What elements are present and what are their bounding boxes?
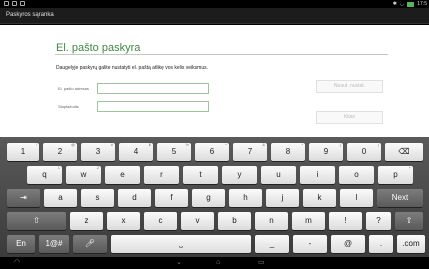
- shift-key[interactable]: ⇧: [7, 212, 66, 230]
- key-question[interactable]: ?: [366, 212, 391, 230]
- key-r[interactable]: r: [144, 166, 179, 184]
- bluetooth-icon: ✱: [392, 1, 397, 7]
- wifi-icon: ◡: [399, 1, 405, 7]
- app-title: Paskyros sąranka: [6, 12, 54, 18]
- key-j[interactable]: j: [266, 189, 299, 207]
- space-icon: ⎵: [179, 239, 183, 248]
- microphone-icon: 🎤︎: [84, 239, 96, 248]
- home-icon[interactable]: ⌂: [216, 259, 220, 267]
- at-key[interactable]: @: [331, 235, 365, 253]
- key-3[interactable]: 3 #: [81, 142, 115, 161]
- key-0[interactable]: 0): [347, 142, 381, 161]
- on-screen-keyboard: 1! 2 @ 3 # 4 $ 5% 6 ^ 7 & 8 * 9( 0) ⌫ q1 w2 e …: [0, 137, 429, 257]
- key-v[interactable]: v: [181, 212, 214, 230]
- hide-keyboard-icon[interactable]: ⌄: [176, 259, 182, 267]
- key-k[interactable]: k: [303, 189, 336, 207]
- key-u[interactable]: u: [261, 166, 296, 184]
- setup-form: El. pašto paskyra Daugelyje paskyrų gali…: [0, 25, 429, 137]
- dotcom-key[interactable]: .com: [397, 235, 425, 253]
- key-e[interactable]: e: [105, 166, 140, 184]
- underscore-key[interactable]: _: [255, 235, 289, 253]
- key-exclamation[interactable]: !: [329, 212, 362, 230]
- key-y[interactable]: y: [222, 166, 257, 184]
- key-m[interactable]: m: [292, 212, 325, 230]
- notification-icon: [12, 1, 17, 6]
- shift-icon: ⇧: [33, 216, 40, 225]
- key-q[interactable]: q1: [27, 165, 62, 184]
- email-field[interactable]: [97, 83, 209, 94]
- app-title-bar: Paskyros sąranka: [0, 8, 429, 24]
- status-time: 17:5: [417, 1, 427, 7]
- symbols-key[interactable]: 1@#: [39, 235, 69, 253]
- key-6[interactable]: 6 ^: [195, 142, 229, 161]
- key-l[interactable]: l: [340, 189, 373, 207]
- key-a[interactable]: a: [44, 189, 77, 207]
- key-i[interactable]: i: [300, 166, 335, 184]
- dash-key[interactable]: -: [293, 235, 327, 253]
- key-t[interactable]: t: [183, 166, 218, 184]
- key-p[interactable]: p +: [378, 165, 413, 184]
- backspace-icon: ⌫: [398, 147, 410, 156]
- password-label: Slaptažodis: [58, 104, 79, 109]
- key-b[interactable]: b: [218, 212, 251, 230]
- next-key[interactable]: Next: [377, 189, 423, 207]
- backspace-key[interactable]: ⌫: [385, 143, 423, 161]
- key-s[interactable]: s: [81, 189, 114, 207]
- shift-key-right[interactable]: ⇧: [395, 212, 423, 230]
- keyboard-switch-icon[interactable]: ◠: [14, 259, 20, 267]
- key-x[interactable]: x: [107, 212, 140, 230]
- status-bar: ✱ ◡ 17:5: [0, 0, 429, 8]
- key-z[interactable]: z: [70, 212, 103, 230]
- key-1[interactable]: 1!: [7, 142, 39, 161]
- key-o[interactable]: o: [339, 166, 374, 184]
- key-5[interactable]: 5%: [157, 142, 191, 161]
- recent-apps-icon[interactable]: ▭: [258, 259, 265, 267]
- page-title: El. pašto paskyra: [56, 42, 141, 54]
- key-8[interactable]: 8 *: [271, 142, 305, 161]
- heading-divider: [55, 54, 388, 55]
- next-button[interactable]: Kitas: [316, 111, 383, 124]
- key-2[interactable]: 2 @: [43, 142, 77, 161]
- tab-icon: ⇥: [20, 193, 27, 202]
- voice-input-key[interactable]: 🎤︎: [73, 235, 107, 253]
- key-9[interactable]: 9(: [309, 142, 343, 161]
- instructions-text: Daugelyje paskyrų galite nustatyti el. p…: [56, 65, 209, 71]
- key-f[interactable]: f: [155, 189, 188, 207]
- manual-setup-button[interactable]: Neaut. nustat.: [316, 80, 383, 93]
- battery-icon: [407, 1, 415, 7]
- system-nav-bar: ◠ ⌄ ⌂ ▭: [0, 257, 429, 269]
- language-key[interactable]: En: [7, 235, 35, 253]
- period-key[interactable]: .: [369, 235, 393, 253]
- key-n[interactable]: n: [255, 212, 288, 230]
- key-c[interactable]: c: [144, 212, 177, 230]
- email-label: El. pašto adresas: [58, 86, 89, 91]
- tab-key[interactable]: ⇥: [7, 189, 40, 207]
- shift-icon: ⇧: [405, 216, 413, 225]
- notification-icon: [4, 1, 9, 6]
- spacebar-key[interactable]: ⎵: [111, 235, 251, 253]
- notification-icon: [20, 1, 25, 6]
- key-h[interactable]: h: [229, 189, 262, 207]
- key-7[interactable]: 7 &: [233, 142, 267, 161]
- key-d[interactable]: d: [118, 189, 151, 207]
- password-field[interactable]: [97, 101, 209, 112]
- key-w[interactable]: w2: [66, 165, 101, 184]
- key-g[interactable]: g: [192, 189, 225, 207]
- key-4[interactable]: 4 $: [119, 142, 153, 161]
